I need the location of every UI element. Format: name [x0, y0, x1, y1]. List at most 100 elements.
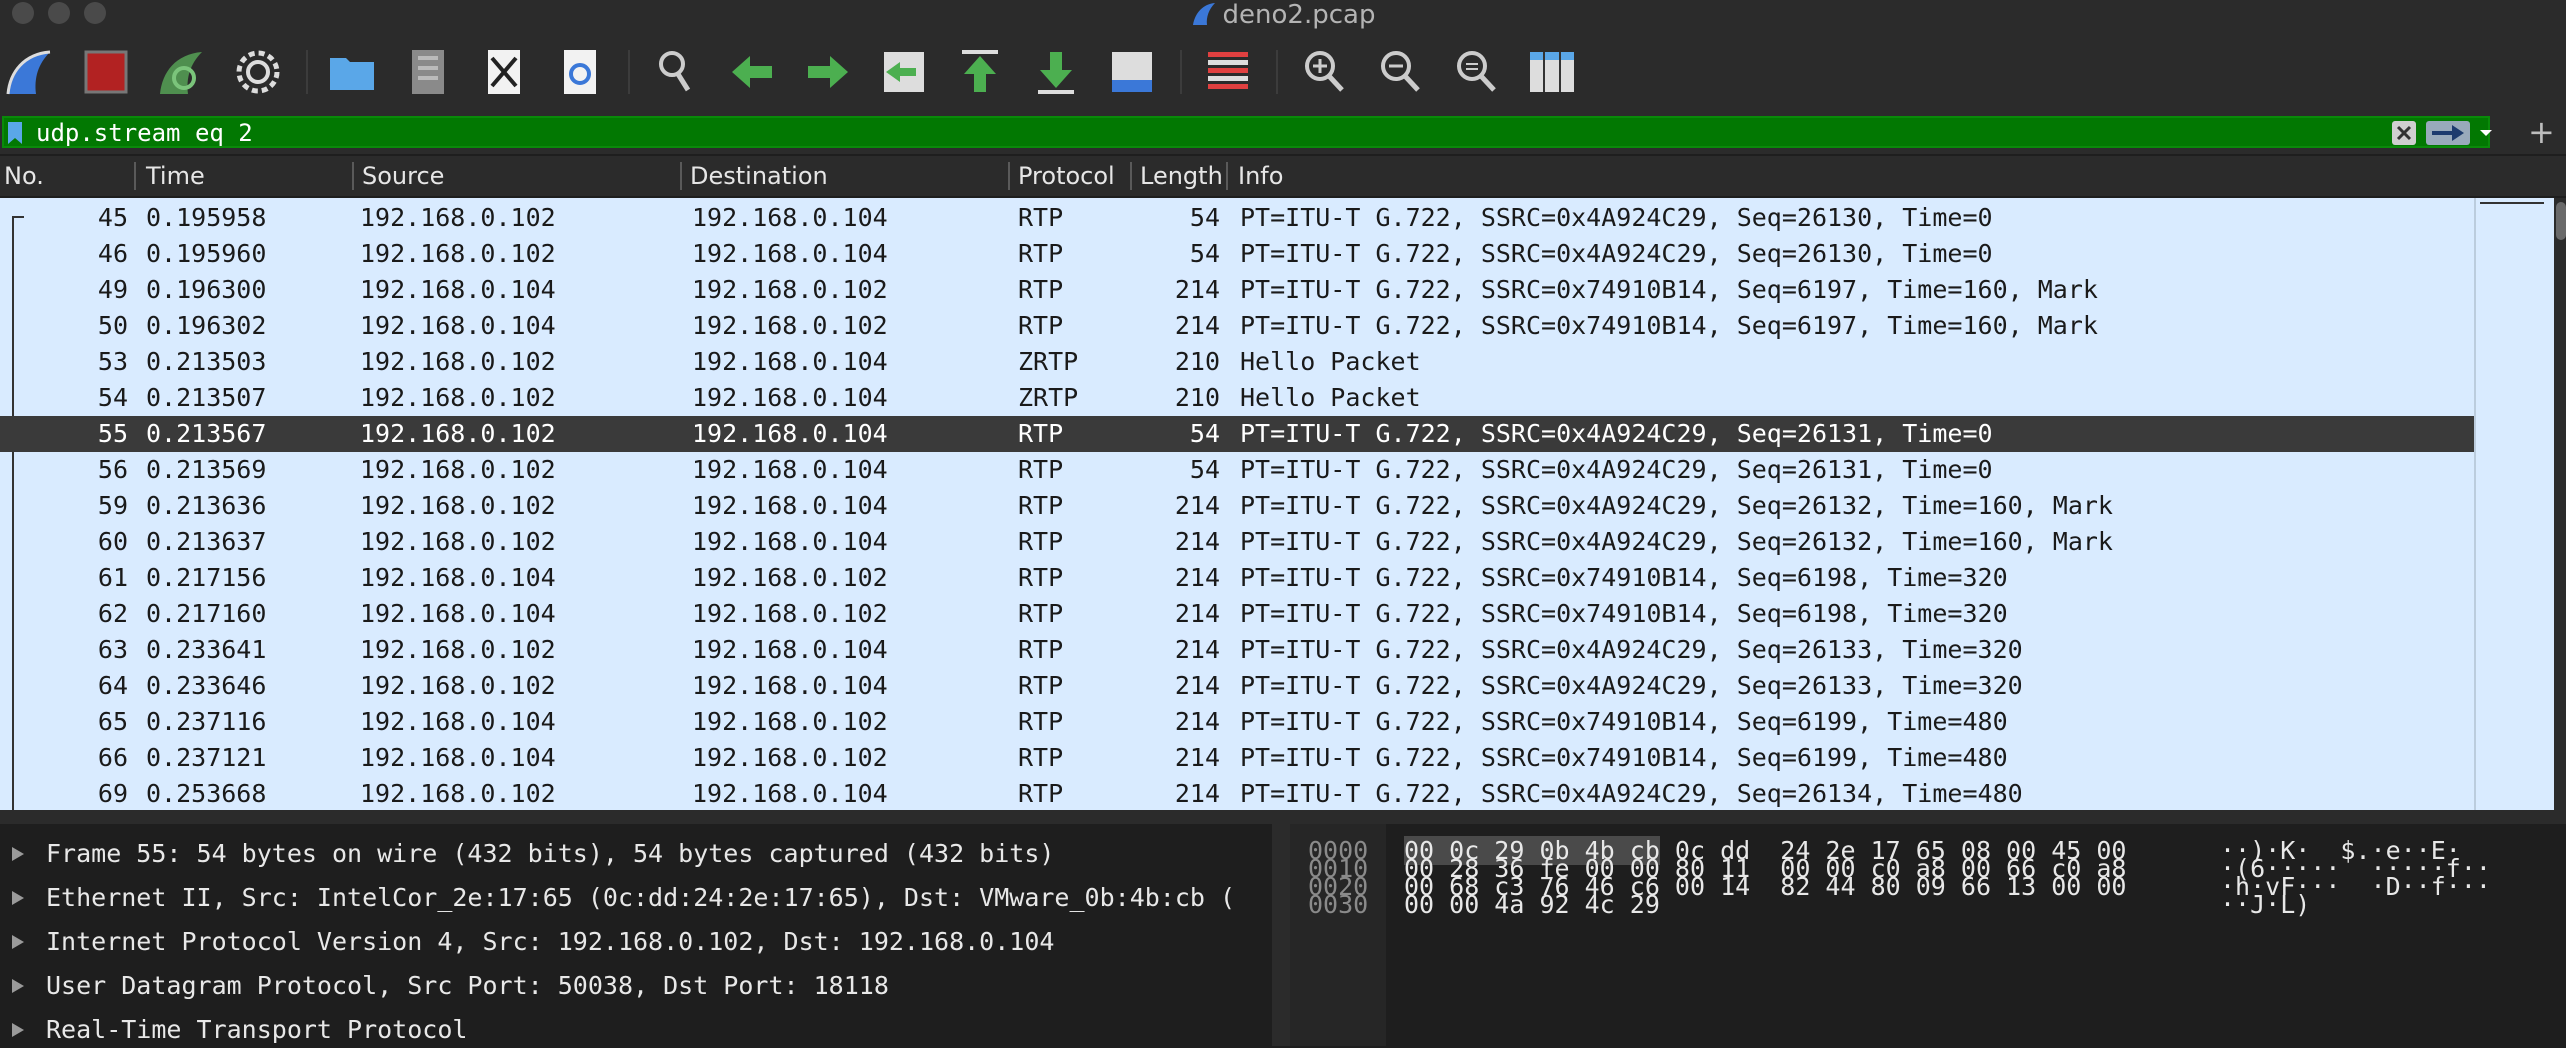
packet-row[interactable]: 54 0.213507 192.168.0.102 192.168.0.104 ZRTP… [0, 380, 2474, 416]
packet-row[interactable]: 60 0.213637 192.168.0.102 192.168.0.104 RTP 2… [0, 524, 2474, 560]
cell-info: PT=ITU-T G.722, SSRC=0x4A924C29, Seq=261… [1240, 239, 1993, 268]
expand-triangle-icon[interactable] [12, 847, 24, 861]
start-capture-button[interactable] [2, 44, 58, 100]
cell-length: 214 [1174, 635, 1220, 664]
auto-scroll-button[interactable] [1104, 44, 1160, 100]
cell-length: 214 [1174, 311, 1220, 340]
cell-no: 69 [97, 779, 128, 808]
close-file-button[interactable] [476, 44, 532, 100]
cell-protocol: RTP [1018, 419, 1064, 448]
cell-info: PT=ITU-T G.722, SSRC=0x4A924C29, Seq=261… [1240, 635, 2023, 664]
capture-options-button[interactable] [230, 44, 286, 100]
zoom-out-button[interactable] [1372, 44, 1428, 100]
expand-triangle-icon[interactable] [12, 891, 24, 905]
cell-info: PT=ITU-T G.722, SSRC=0x4A924C29, Seq=261… [1240, 419, 1993, 448]
detail-label: Internet Protocol Version 4, Src: 192.16… [46, 927, 1055, 956]
add-filter-button-icon[interactable]: + [2528, 114, 2555, 150]
cell-destination: 192.168.0.104 [692, 239, 888, 268]
detail-tree-item[interactable]: Ethernet II, Src: IntelCor_2e:17:65 (0c:… [0, 880, 1272, 916]
go-back-button[interactable] [724, 44, 780, 100]
expand-triangle-icon[interactable] [12, 935, 24, 949]
cell-info: PT=ITU-T G.722, SSRC=0x74910B14, Seq=619… [1240, 275, 2098, 304]
column-header-time[interactable]: Time [146, 156, 205, 196]
filter-history-dropdown[interactable] [2476, 121, 2496, 145]
save-file-button[interactable] [400, 44, 456, 100]
clear-filter-button[interactable] [2392, 121, 2416, 145]
packet-bytes-pane[interactable]: 0000 00 0c 29 0b 4b cb 0c dd 24 2e 17 65 … [1290, 824, 2566, 1046]
detail-label: Ethernet II, Src: IntelCor_2e:17:65 (0c:… [46, 883, 1236, 912]
column-header-destination[interactable]: Destination [690, 156, 828, 196]
colorize-button[interactable] [1200, 44, 1256, 100]
cell-no: 55 [97, 419, 128, 448]
go-last-packet-button[interactable] [1028, 44, 1084, 100]
go-first-packet-button[interactable] [952, 44, 1008, 100]
packet-row[interactable]: 66 0.237121 192.168.0.104 192.168.0.102 RTP 2… [0, 740, 2474, 776]
packet-row[interactable]: 63 0.233641 192.168.0.102 192.168.0.104 RTP 2… [0, 632, 2474, 668]
packet-list-scroll-thumb[interactable] [2556, 202, 2566, 240]
cell-destination: 192.168.0.102 [692, 599, 888, 628]
column-header-no[interactable]: No. [4, 156, 44, 196]
display-filter-input[interactable]: udp.stream eq 2 [2, 116, 2492, 148]
details-bytes-splitter[interactable] [1272, 824, 1290, 1046]
column-header-source[interactable]: Source [362, 156, 444, 196]
zoom-in-button[interactable] [1296, 44, 1352, 100]
cell-source: 192.168.0.104 [360, 563, 556, 592]
packet-minimap[interactable] [2474, 198, 2556, 810]
restart-capture-button[interactable] [154, 44, 210, 100]
packet-row[interactable]: 49 0.196300 192.168.0.104 192.168.0.102 RTP 2… [0, 272, 2474, 308]
cell-no: 63 [97, 635, 128, 664]
detail-tree-item[interactable]: Frame 55: 54 bytes on wire (432 bits), 5… [0, 836, 1272, 872]
packet-row[interactable]: 55 0.213567 192.168.0.102 192.168.0.104 RTP 5… [0, 416, 2474, 452]
expand-triangle-icon[interactable] [12, 979, 24, 993]
column-header-length[interactable]: Length [1140, 156, 1224, 196]
cell-time: 0.213637 [146, 527, 267, 556]
packet-row[interactable]: 45 0.195958 192.168.0.102 192.168.0.104 RTP 5… [0, 200, 2474, 236]
packet-row[interactable]: 50 0.196302 192.168.0.104 192.168.0.102 RTP 2… [0, 308, 2474, 344]
expand-triangle-icon[interactable] [12, 1023, 24, 1037]
reload-file-button[interactable] [552, 44, 608, 100]
detail-tree-item[interactable]: User Datagram Protocol, Src Port: 50038,… [0, 968, 1272, 1004]
packet-row[interactable]: 62 0.217160 192.168.0.104 192.168.0.102 RTP 2… [0, 596, 2474, 632]
cell-destination: 192.168.0.102 [692, 563, 888, 592]
go-forward-button[interactable] [800, 44, 856, 100]
column-header-protocol[interactable]: Protocol [1018, 156, 1115, 196]
hex-ascii[interactable]: ··J·L) [2220, 890, 2310, 920]
packet-row[interactable]: 46 0.195960 192.168.0.102 192.168.0.104 RTP 5… [0, 236, 2474, 272]
detail-tree-item[interactable]: Internet Protocol Version 4, Src: 192.16… [0, 924, 1272, 960]
cell-time: 0.253668 [146, 779, 267, 808]
bookmark-icon[interactable] [6, 122, 24, 144]
cell-no: 49 [97, 275, 128, 304]
packet-row[interactable]: 65 0.237116 192.168.0.104 192.168.0.102 RTP 2… [0, 704, 2474, 740]
open-file-button[interactable] [324, 44, 380, 100]
resize-columns-button[interactable] [1524, 44, 1580, 100]
packet-list-scrollbar[interactable] [2554, 198, 2566, 810]
cell-protocol: RTP [1018, 239, 1064, 268]
find-packet-button[interactable] [648, 44, 704, 100]
go-to-packet-button[interactable] [876, 44, 932, 100]
cell-time: 0.213507 [146, 383, 267, 412]
go-forward-icon [808, 56, 848, 88]
cell-destination: 192.168.0.102 [692, 707, 888, 736]
packet-list[interactable]: 45 0.195958 192.168.0.102 192.168.0.104 RTP 5… [0, 198, 2474, 810]
cell-time: 0.213503 [146, 347, 267, 376]
packet-row[interactable]: 61 0.217156 192.168.0.104 192.168.0.102 RTP 2… [0, 560, 2474, 596]
packet-row[interactable]: 56 0.213569 192.168.0.102 192.168.0.104 RTP 5… [0, 452, 2474, 488]
normal-size-button[interactable] [1448, 44, 1504, 100]
packet-row[interactable]: 59 0.213636 192.168.0.102 192.168.0.104 RTP 2… [0, 488, 2474, 524]
hex-bytes[interactable]: 00 00 4a 92 4c 29 [1404, 890, 1660, 920]
stop-capture-button[interactable] [78, 44, 134, 100]
packet-details-pane[interactable]: Frame 55: 54 bytes on wire (432 bits), 5… [0, 824, 1272, 1046]
column-header-info[interactable]: Info [1238, 156, 1283, 196]
packet-row[interactable]: 69 0.253668 192.168.0.102 192.168.0.104 RTP 2… [0, 776, 2474, 810]
cell-length: 214 [1174, 671, 1220, 700]
packet-row[interactable]: 64 0.233646 192.168.0.102 192.168.0.104 RTP 2… [0, 668, 2474, 704]
cell-info: PT=ITU-T G.722, SSRC=0x74910B14, Seq=619… [1240, 563, 2008, 592]
packet-row[interactable]: 53 0.213503 192.168.0.102 192.168.0.104 ZRTP… [0, 344, 2474, 380]
pane-splitter[interactable] [0, 810, 2566, 824]
apply-filter-button[interactable] [2426, 121, 2470, 145]
cell-protocol: ZRTP [1018, 383, 1079, 412]
packet-list-header: No. Time Source Destination Protocol Len… [0, 156, 2566, 196]
cell-protocol: RTP [1018, 707, 1064, 736]
detail-tree-item[interactable]: Real-Time Transport Protocol [0, 1012, 1272, 1048]
go-first-packet-icon [962, 50, 998, 92]
